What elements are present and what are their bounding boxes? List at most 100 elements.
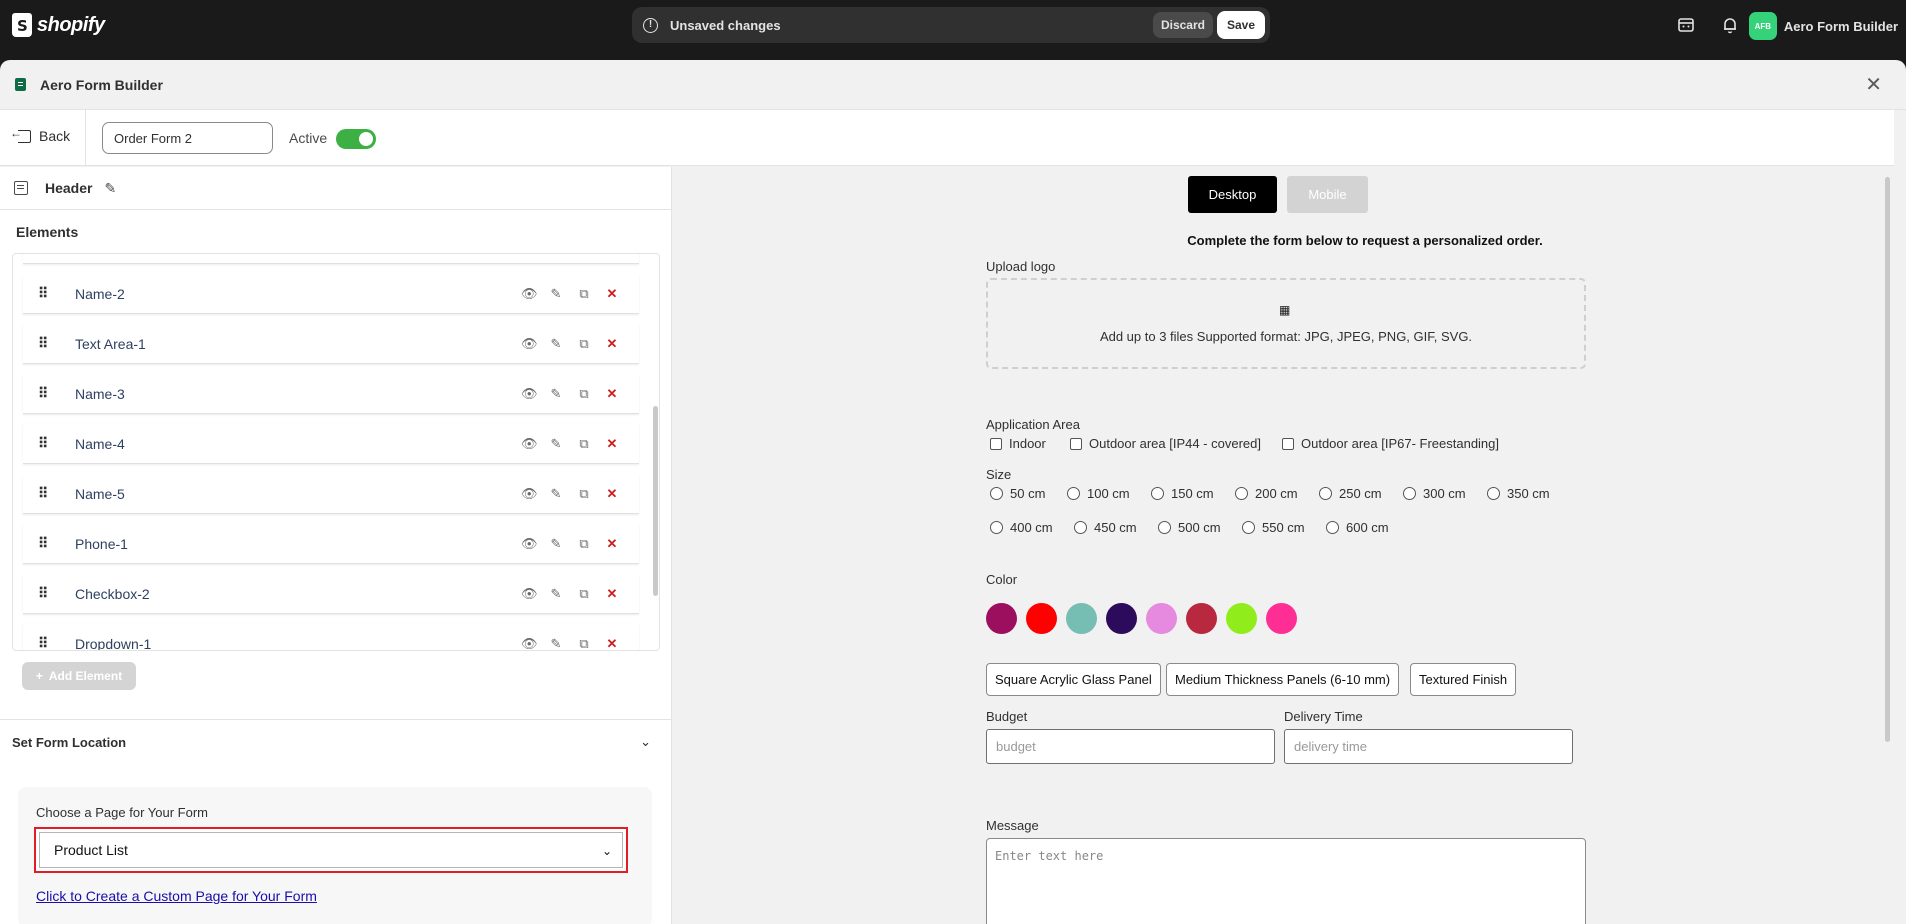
- delete-icon[interactable]: ✕: [605, 636, 619, 651]
- delete-icon[interactable]: ✕: [605, 386, 619, 402]
- drag-handle-icon[interactable]: ⠿: [38, 635, 50, 650]
- color-swatch[interactable]: [1146, 603, 1177, 634]
- option-chip[interactable]: Textured Finish: [1410, 663, 1517, 696]
- drag-handle-icon[interactable]: ⠿: [38, 585, 50, 602]
- color-swatch[interactable]: [1026, 603, 1057, 634]
- area-option-indoor[interactable]: Indoor: [990, 436, 1046, 451]
- checkbox[interactable]: [1282, 437, 1294, 450]
- eye-icon[interactable]: 👁: [521, 436, 538, 452]
- store-icon[interactable]: [1676, 15, 1696, 35]
- edit-header-icon[interactable]: ✎: [104, 180, 116, 197]
- edit-icon[interactable]: ✎: [549, 636, 563, 651]
- option-chip[interactable]: Medium Thickness Panels (6-10 mm): [1166, 663, 1400, 696]
- radio[interactable]: [1151, 487, 1164, 500]
- color-swatch[interactable]: [1106, 603, 1137, 634]
- eye-icon[interactable]: 👁: [521, 336, 538, 352]
- radio[interactable]: [1487, 487, 1500, 500]
- back-button[interactable]: Back: [10, 126, 70, 145]
- radio[interactable]: [1326, 521, 1339, 534]
- page-select[interactable]: Product List ⌄: [34, 827, 628, 873]
- list-item[interactable]: ⠿ Phone-1 👁 ✎ ⧉ ✕: [23, 524, 639, 564]
- duplicate-icon[interactable]: ⧉: [577, 586, 591, 602]
- list-item[interactable]: ⠿ Name-5 👁 ✎ ⧉ ✕: [23, 474, 639, 514]
- size-option[interactable]: 150 cm: [1151, 486, 1214, 501]
- add-element-button[interactable]: + Add Element: [22, 662, 136, 690]
- duplicate-icon[interactable]: ⧉: [577, 436, 591, 452]
- delete-icon[interactable]: ✕: [605, 486, 619, 502]
- account-menu[interactable]: AFB Aero Form Builder: [1748, 12, 1898, 40]
- radio[interactable]: [1158, 521, 1171, 534]
- list-item[interactable]: ⠿ Text Area-1 👁 ✎ ⧉ ✕: [23, 324, 639, 364]
- edit-icon[interactable]: ✎: [549, 286, 563, 302]
- shopify-logo[interactable]: shopify: [12, 13, 105, 37]
- message-textarea[interactable]: Enter text here: [986, 838, 1586, 924]
- duplicate-icon[interactable]: ⧉: [577, 336, 591, 352]
- size-option[interactable]: 400 cm: [990, 520, 1053, 535]
- color-swatch[interactable]: [1266, 603, 1297, 634]
- eye-icon[interactable]: 👁: [521, 636, 538, 651]
- form-name-input[interactable]: [102, 122, 273, 154]
- eye-icon[interactable]: 👁: [521, 286, 538, 302]
- edit-icon[interactable]: ✎: [549, 386, 563, 402]
- delete-icon[interactable]: ✕: [605, 336, 619, 352]
- color-swatch[interactable]: [1186, 603, 1217, 634]
- area-option-ip44[interactable]: Outdoor area [IP44 - covered]: [1070, 436, 1261, 451]
- checkbox[interactable]: [1070, 437, 1082, 450]
- drag-handle-icon[interactable]: ⠿: [38, 435, 50, 452]
- edit-icon[interactable]: ✎: [549, 536, 563, 552]
- size-option[interactable]: 550 cm: [1242, 520, 1305, 535]
- size-option[interactable]: 450 cm: [1074, 520, 1137, 535]
- eye-icon[interactable]: 👁: [521, 486, 538, 502]
- list-item[interactable]: ⠿ Name-2 👁 ✎ ⧉ ✕: [23, 274, 639, 314]
- duplicate-icon[interactable]: ⧉: [577, 486, 591, 502]
- color-swatch[interactable]: [1226, 603, 1257, 634]
- size-option[interactable]: 200 cm: [1235, 486, 1298, 501]
- list-item[interactable]: ⠿ Name-4 👁 ✎ ⧉ ✕: [23, 424, 639, 464]
- duplicate-icon[interactable]: ⧉: [577, 286, 591, 302]
- duplicate-icon[interactable]: ⧉: [577, 636, 591, 651]
- color-swatch[interactable]: [986, 603, 1017, 634]
- delivery-input[interactable]: delivery time: [1284, 729, 1573, 764]
- radio[interactable]: [1403, 487, 1416, 500]
- drag-handle-icon[interactable]: ⠿: [38, 385, 50, 402]
- list-item[interactable]: ⠿ Dropdown-1 👁 ✎ ⧉ ✕: [23, 624, 639, 651]
- edit-icon[interactable]: ✎: [549, 586, 563, 602]
- delete-icon[interactable]: ✕: [605, 536, 619, 552]
- drag-handle-icon[interactable]: ⠿: [38, 335, 50, 352]
- list-item[interactable]: ⠿ Checkbox-2 👁 ✎ ⧉ ✕: [23, 574, 639, 614]
- radio[interactable]: [1242, 521, 1255, 534]
- edit-icon[interactable]: ✎: [549, 336, 563, 352]
- delete-icon[interactable]: ✕: [605, 286, 619, 302]
- eye-icon[interactable]: 👁: [521, 386, 538, 402]
- option-chip[interactable]: Square Acrylic Glass Panel: [986, 663, 1161, 696]
- form-location-section[interactable]: Set Form Location ⌄: [0, 719, 671, 764]
- close-icon[interactable]: ✕: [1865, 72, 1882, 97]
- list-item[interactable]: [23, 254, 639, 264]
- size-option[interactable]: 100 cm: [1067, 486, 1130, 501]
- checkbox[interactable]: [990, 437, 1002, 450]
- save-button[interactable]: Save: [1216, 11, 1265, 39]
- scrollbar[interactable]: [653, 406, 658, 596]
- drag-handle-icon[interactable]: ⠿: [38, 485, 50, 502]
- radio[interactable]: [990, 521, 1003, 534]
- size-option[interactable]: 500 cm: [1158, 520, 1221, 535]
- size-option[interactable]: 300 cm: [1403, 486, 1466, 501]
- radio[interactable]: [1235, 487, 1248, 500]
- edit-icon[interactable]: ✎: [549, 486, 563, 502]
- list-item[interactable]: ⠿ Name-3 👁 ✎ ⧉ ✕: [23, 374, 639, 414]
- area-option-ip67[interactable]: Outdoor area [IP67- Freestanding]: [1282, 436, 1499, 451]
- radio[interactable]: [1074, 521, 1087, 534]
- radio[interactable]: [990, 487, 1003, 500]
- discard-button[interactable]: Discard: [1152, 12, 1213, 38]
- header-section[interactable]: Header ✎: [0, 167, 671, 210]
- eye-icon[interactable]: 👁: [521, 536, 538, 552]
- drag-handle-icon[interactable]: ⠿: [38, 535, 50, 552]
- edit-icon[interactable]: ✎: [549, 436, 563, 452]
- tab-desktop[interactable]: Desktop: [1188, 176, 1277, 213]
- tab-mobile[interactable]: Mobile: [1287, 176, 1368, 213]
- size-option[interactable]: 350 cm: [1487, 486, 1550, 501]
- delete-icon[interactable]: ✕: [605, 436, 619, 452]
- active-toggle[interactable]: [336, 129, 376, 149]
- size-option[interactable]: 250 cm: [1319, 486, 1382, 501]
- upload-dropzone[interactable]: ▦ Add up to 3 files Supported format: JP…: [986, 278, 1586, 369]
